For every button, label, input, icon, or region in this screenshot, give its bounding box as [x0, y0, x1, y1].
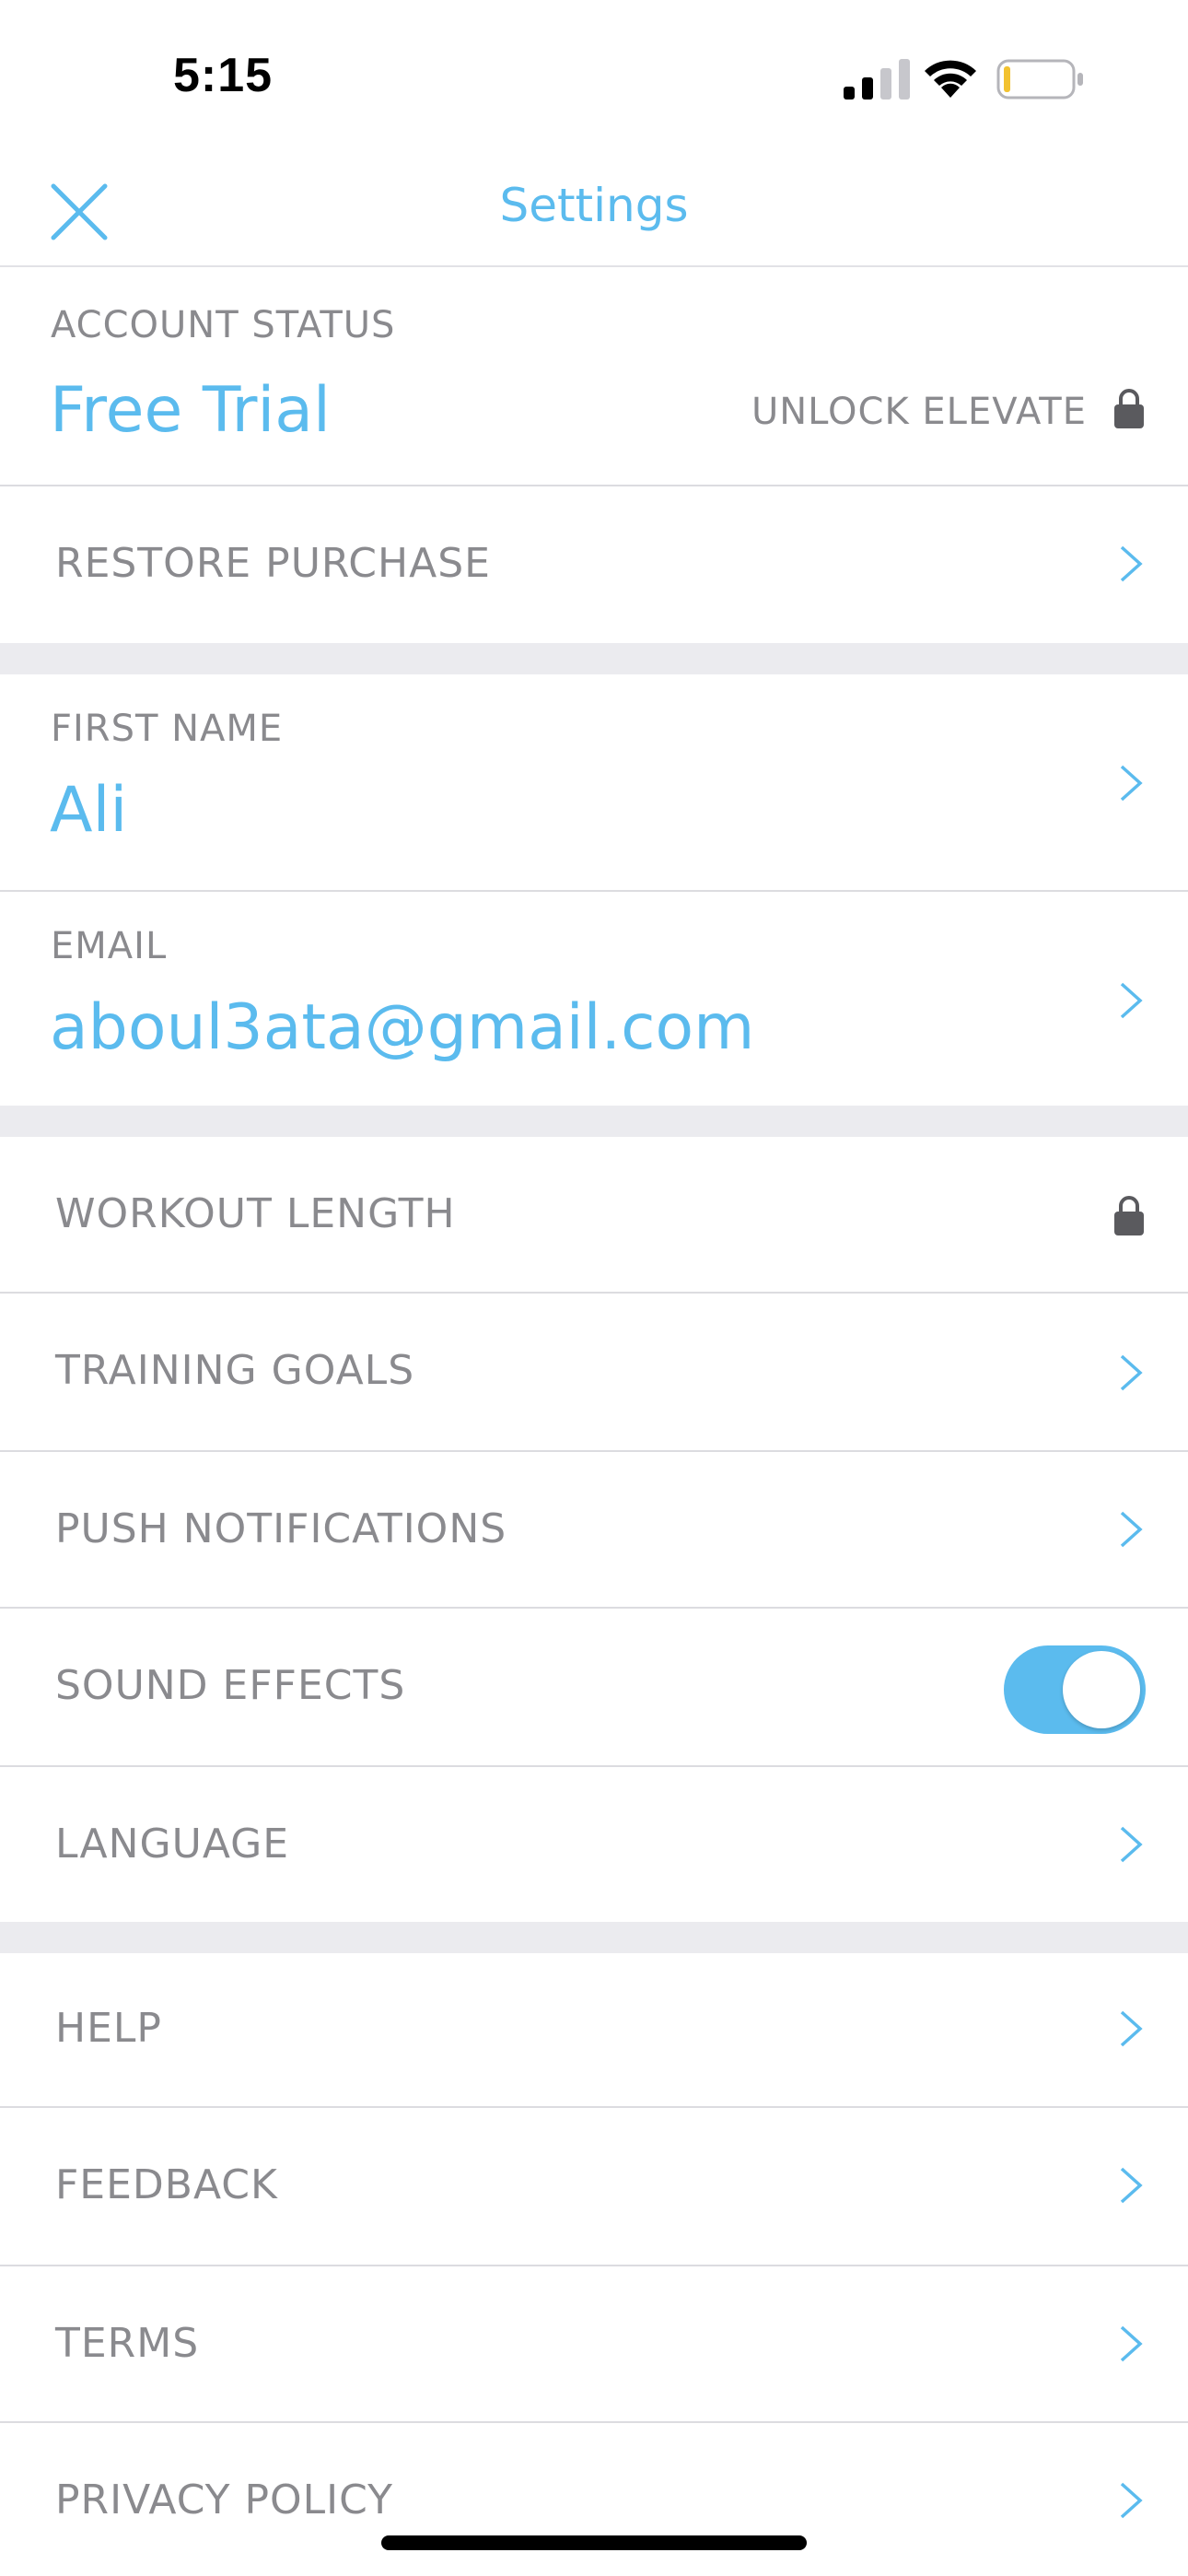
- chevron-right-icon: [1120, 765, 1143, 802]
- training-goals-row[interactable]: TRAINING GOALS: [0, 1294, 1188, 1452]
- push-notifications-row[interactable]: PUSH NOTIFICATIONS: [0, 1452, 1188, 1609]
- sound-effects-row: SOUND EFFECTS: [0, 1609, 1188, 1767]
- section-divider: [0, 1106, 1188, 1137]
- chevron-right-icon: [1120, 545, 1143, 582]
- push-notifications-label: PUSH NOTIFICATIONS: [55, 1505, 507, 1552]
- workout-length-row[interactable]: WORKOUT LENGTH: [0, 1137, 1188, 1294]
- email-value: aboul3ata@gmail.com: [50, 991, 755, 1064]
- cellular-signal-icon: [844, 59, 910, 100]
- toggle-knob: [1063, 1651, 1140, 1728]
- chevron-right-icon: [1120, 2010, 1143, 2047]
- sound-effects-label: SOUND EFFECTS: [55, 1662, 406, 1709]
- feedback-label: FEEDBACK: [55, 2161, 278, 2208]
- chevron-right-icon: [1120, 1354, 1143, 1391]
- terms-label: TERMS: [55, 2320, 200, 2367]
- chevron-right-icon: [1120, 2482, 1143, 2519]
- privacy-policy-label: PRIVACY POLICY: [55, 2476, 393, 2523]
- help-row[interactable]: HELP: [0, 1953, 1188, 2108]
- restore-purchase-row[interactable]: RESTORE PURCHASE: [0, 486, 1188, 643]
- nav-bar: Settings: [0, 147, 1188, 267]
- status-time: 5:15: [173, 49, 274, 102]
- training-goals-label: TRAINING GOALS: [55, 1347, 415, 1394]
- battery-low-icon: [996, 59, 1083, 100]
- language-label: LANGUAGE: [55, 1821, 290, 1868]
- lock-icon: [1114, 1196, 1144, 1235]
- email-row[interactable]: EMAIL aboul3ata@gmail.com: [0, 892, 1188, 1106]
- chevron-right-icon: [1120, 1511, 1143, 1548]
- unlock-elevate-label[interactable]: UNLOCK ELEVATE: [751, 391, 1087, 433]
- first-name-label: FIRST NAME: [51, 708, 284, 750]
- lock-icon: [1114, 389, 1144, 428]
- first-name-value: Ali: [50, 774, 128, 847]
- terms-row[interactable]: TERMS: [0, 2266, 1188, 2423]
- account-status-label: ACCOUNT STATUS: [51, 304, 396, 346]
- account-status-value: Free Trial: [50, 374, 331, 447]
- restore-purchase-label: RESTORE PURCHASE: [55, 540, 491, 587]
- chevron-right-icon: [1120, 1826, 1143, 1863]
- account-status-row[interactable]: ACCOUNT STATUS Free Trial UNLOCK ELEVATE: [0, 267, 1188, 486]
- page-title: Settings: [499, 179, 689, 232]
- email-label: EMAIL: [51, 925, 168, 967]
- workout-length-label: WORKOUT LENGTH: [55, 1190, 456, 1237]
- first-name-row[interactable]: FIRST NAME Ali: [0, 674, 1188, 892]
- section-divider: [0, 1922, 1188, 1953]
- chevron-right-icon: [1120, 982, 1143, 1019]
- chevron-right-icon: [1120, 2325, 1143, 2362]
- help-label: HELP: [55, 2005, 162, 2052]
- chevron-right-icon: [1120, 2167, 1143, 2204]
- settings-screen: 5:15 Settings ACCOUNT STATUS Free Trial: [0, 0, 1188, 2576]
- language-row[interactable]: LANGUAGE: [0, 1767, 1188, 1922]
- wifi-icon: [925, 60, 976, 98]
- status-bar: 5:15: [0, 0, 1188, 147]
- section-divider: [0, 643, 1188, 674]
- feedback-row[interactable]: FEEDBACK: [0, 2108, 1188, 2266]
- home-indicator[interactable]: [381, 2535, 807, 2550]
- sound-effects-toggle[interactable]: [1004, 1645, 1146, 1734]
- privacy-policy-row[interactable]: PRIVACY POLICY: [0, 2423, 1188, 2576]
